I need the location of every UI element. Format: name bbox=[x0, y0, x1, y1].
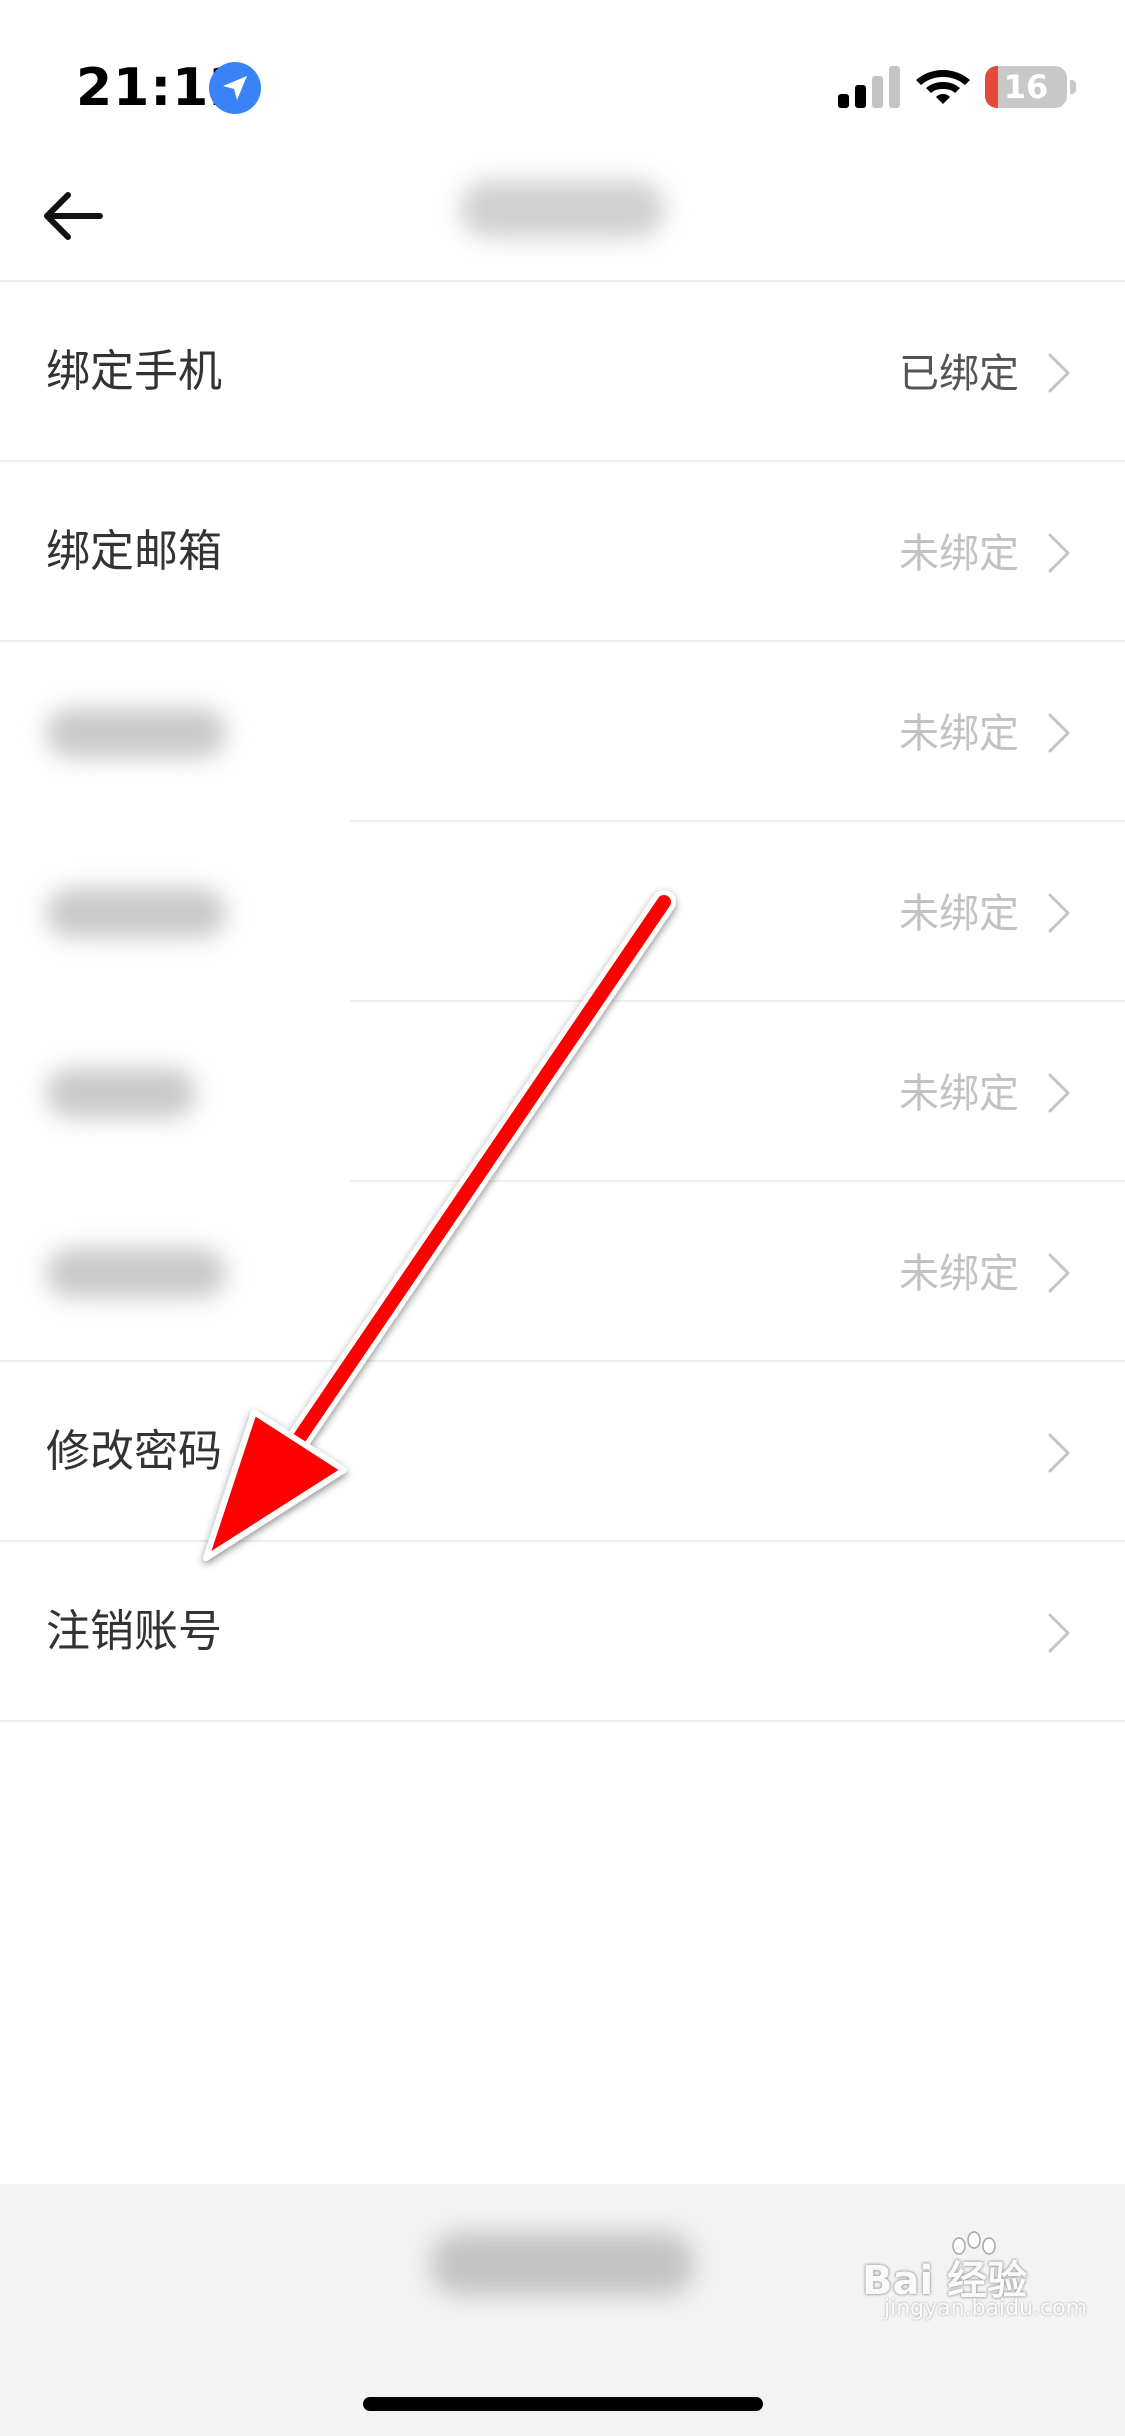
status-bar: 21:12 16 bbox=[0, 0, 1125, 140]
nav-bar bbox=[0, 140, 1125, 282]
item-label: 绑定手机 bbox=[46, 346, 222, 397]
list-item-bind-phone[interactable]: 绑定手机 已绑定 bbox=[0, 282, 1125, 462]
item-status: 未绑定 bbox=[899, 711, 1019, 757]
chevron-right-icon bbox=[1048, 1073, 1070, 1113]
back-button[interactable] bbox=[34, 176, 114, 256]
list-item-delete-account[interactable]: 注销账号 bbox=[0, 1542, 1125, 1722]
item-label: 修改密码 bbox=[46, 1426, 222, 1477]
chevron-right-icon bbox=[1048, 893, 1070, 933]
watermark-subtext: jingyan.baidu.com bbox=[884, 2296, 1088, 2321]
list-item-bind-third-party[interactable]: 未绑定 bbox=[0, 642, 1125, 822]
item-label-redacted bbox=[46, 888, 226, 938]
chevron-right-icon bbox=[1048, 533, 1070, 573]
item-label: 注销账号 bbox=[46, 1606, 222, 1657]
item-status: 未绑定 bbox=[899, 1071, 1019, 1117]
list-item-change-password[interactable]: 修改密码 bbox=[0, 1362, 1125, 1542]
battery-cap bbox=[1070, 80, 1076, 94]
wifi-icon bbox=[916, 70, 970, 104]
list-item-bind-third-party[interactable]: 未绑定 bbox=[0, 1002, 1125, 1182]
item-label-redacted bbox=[46, 1068, 196, 1118]
back-arrow-icon bbox=[44, 192, 103, 240]
bottom-button-redacted[interactable] bbox=[430, 2232, 695, 2296]
item-label-redacted bbox=[46, 708, 226, 758]
list-item-bind-third-party[interactable]: 未绑定 bbox=[0, 822, 1125, 1002]
chevron-right-icon bbox=[1048, 1253, 1070, 1293]
item-label: 绑定邮箱 bbox=[46, 526, 222, 577]
battery-icon: 16 bbox=[985, 66, 1067, 108]
page-title-redacted bbox=[460, 180, 665, 238]
chevron-right-icon bbox=[1048, 353, 1070, 393]
item-status: 未绑定 bbox=[899, 891, 1019, 937]
item-label-redacted bbox=[46, 1248, 226, 1298]
location-arrow-icon bbox=[209, 62, 261, 114]
list-item-bind-email[interactable]: 绑定邮箱 未绑定 bbox=[0, 462, 1125, 642]
settings-list: 绑定手机 已绑定 绑定邮箱 未绑定 未绑定 未绑定 未绑定 未绑定 修改密码 注… bbox=[0, 282, 1125, 1722]
battery-percent: 16 bbox=[1003, 68, 1049, 106]
chevron-right-icon bbox=[1048, 1433, 1070, 1473]
item-status: 未绑定 bbox=[899, 531, 1019, 577]
item-status: 已绑定 bbox=[899, 351, 1019, 397]
item-status: 未绑定 bbox=[899, 1251, 1019, 1297]
chevron-right-icon bbox=[1048, 713, 1070, 753]
divider bbox=[0, 1720, 1125, 1722]
cellular-signal-icon bbox=[838, 66, 900, 108]
home-indicator bbox=[363, 2397, 763, 2411]
list-item-bind-third-party[interactable]: 未绑定 bbox=[0, 1182, 1125, 1362]
chevron-right-icon bbox=[1048, 1613, 1070, 1653]
